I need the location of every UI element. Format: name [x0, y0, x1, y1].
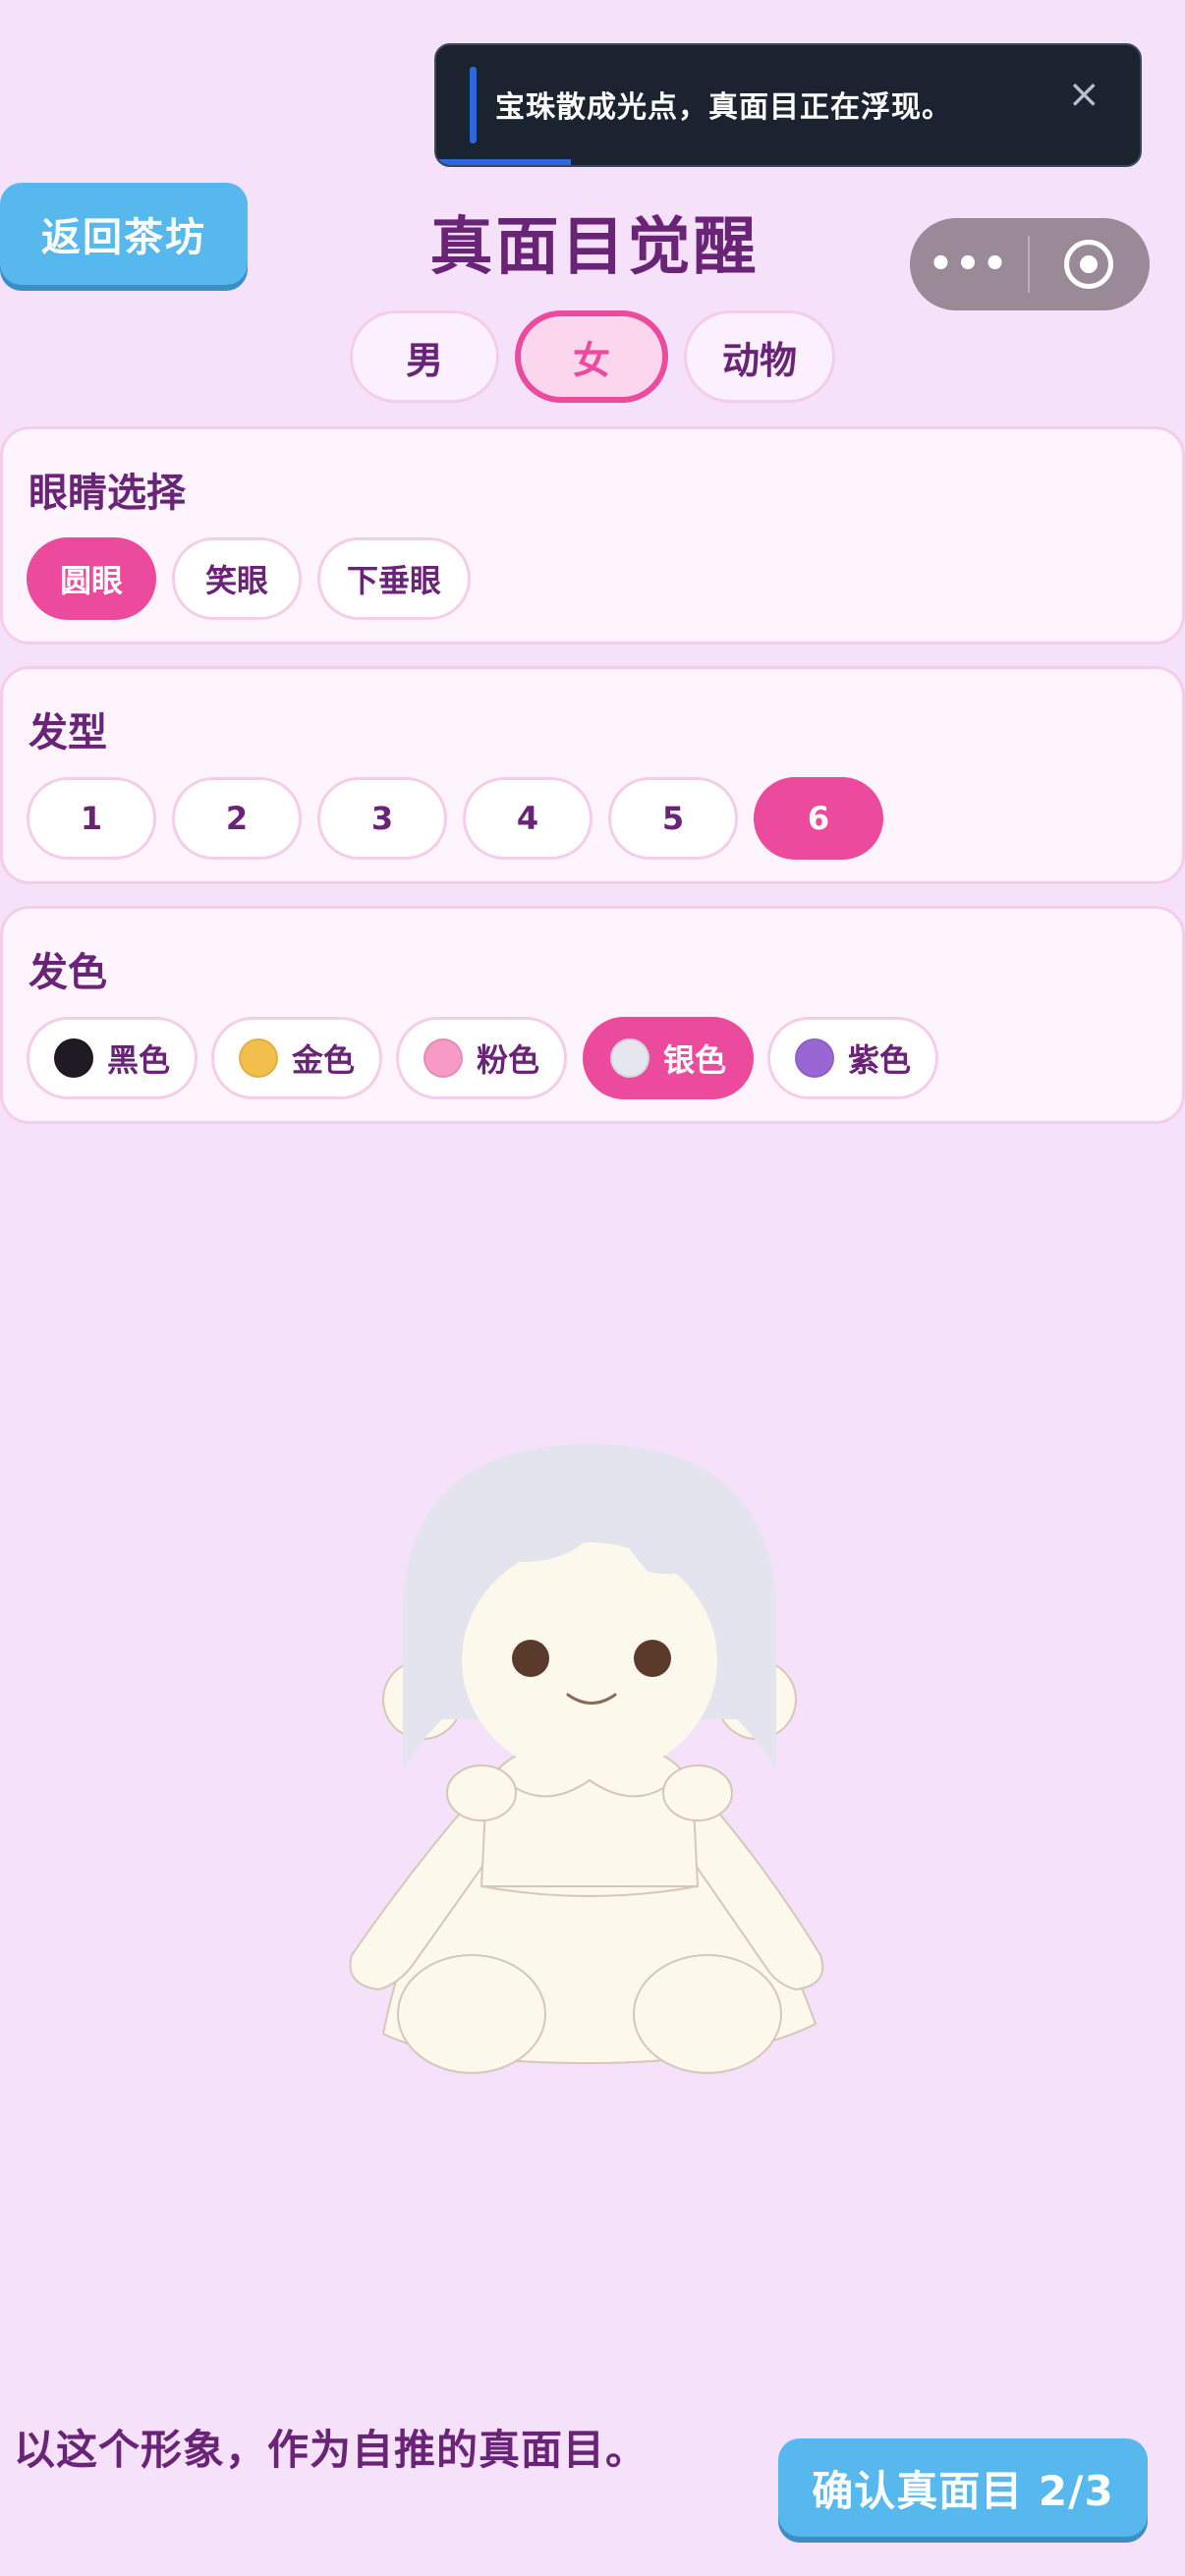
tab-male[interactable]: 男: [350, 310, 499, 403]
hair-color-option-silver[interactable]: 银色: [583, 1017, 754, 1099]
toast-progress-bar: [436, 159, 571, 165]
hairstyle-option-6[interactable]: 6: [754, 777, 883, 860]
doll-preview: [349, 1444, 824, 2074]
toast-accent-bar: [470, 67, 477, 143]
hairstyle-option-2[interactable]: 2: [172, 777, 302, 860]
hair-color-option-black[interactable]: 黑色: [27, 1017, 198, 1099]
hairstyle-option-5[interactable]: 5: [608, 777, 738, 860]
gold-swatch-icon: [238, 1038, 278, 1078]
hair-color-label: 粉色: [476, 1041, 539, 1079]
eyes-panel-title: 眼睛选择: [28, 471, 186, 516]
toast-notification: 宝珠散成光点，真面目正在浮现。 ×: [434, 43, 1142, 167]
hair-color-option-gold[interactable]: 金色: [211, 1017, 382, 1099]
hairstyle-panel: 发型 1 2 3 4 5 6: [0, 666, 1185, 884]
black-swatch-icon: [53, 1038, 93, 1078]
hair-color-option-purple[interactable]: 紫色: [767, 1017, 938, 1099]
hairstyle-option-4[interactable]: 4: [463, 777, 592, 860]
hair-color-label: 金色: [291, 1041, 355, 1079]
close-icon[interactable]: ×: [1067, 75, 1100, 114]
eye-option-round[interactable]: 圆眼: [27, 537, 156, 620]
silver-swatch-icon: [609, 1038, 649, 1078]
hairstyle-panel-title: 发型: [28, 710, 107, 756]
hair-color-label: 紫色: [847, 1041, 911, 1079]
eye-option-droopy[interactable]: 下垂眼: [317, 537, 471, 620]
pink-swatch-icon: [423, 1038, 463, 1078]
hairstyle-option-1[interactable]: 1: [27, 777, 156, 860]
confirm-button[interactable]: 确认真面目 2/3: [778, 2438, 1148, 2537]
tab-animal[interactable]: 动物: [684, 310, 835, 403]
hair-color-option-pink[interactable]: 粉色: [396, 1017, 567, 1099]
hair-color-panel-title: 发色: [28, 950, 107, 995]
miniprogram-capsule: •••: [910, 218, 1150, 310]
page-title: 真面目觉醒: [429, 211, 760, 284]
more-icon[interactable]: •••: [910, 242, 1028, 287]
purple-swatch-icon: [794, 1038, 834, 1078]
target-icon: [1064, 240, 1113, 289]
back-to-teahouse-button[interactable]: 返回茶坊: [0, 183, 248, 285]
hair-color-label: 银色: [662, 1041, 726, 1079]
hairstyle-option-3[interactable]: 3: [317, 777, 447, 860]
hair-color-panel: 发色 黑色 金色 粉色 银色 紫色: [0, 906, 1185, 1124]
tab-female[interactable]: 女: [515, 310, 668, 403]
eyes-panel: 眼睛选择 圆眼 笑眼 下垂眼: [0, 426, 1185, 644]
eye-option-smile[interactable]: 笑眼: [172, 537, 302, 620]
footer-prompt: 以这个形象，作为自推的真面目。: [14, 2426, 649, 2474]
toast-message: 宝珠散成光点，真面目正在浮现。: [495, 90, 952, 125]
hair-color-label: 黑色: [106, 1041, 170, 1079]
close-miniprogram-button[interactable]: [1030, 240, 1148, 289]
